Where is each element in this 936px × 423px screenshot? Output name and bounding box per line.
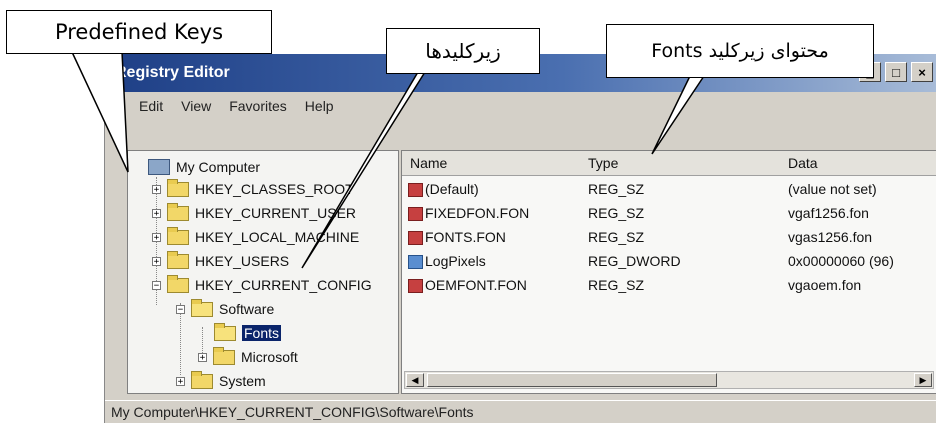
menu-favorites[interactable]: Favorites	[229, 98, 287, 114]
open-folder-icon	[214, 322, 236, 341]
value-name: (Default)	[425, 181, 479, 197]
string-value-icon	[408, 207, 423, 222]
table-row[interactable]: (Default) REG_SZ (value not set)	[402, 179, 936, 203]
expand-icon[interactable]: +	[152, 256, 161, 266]
tree-node-label: HKEY_CURRENT_CONFIG	[195, 277, 372, 293]
scroll-right-icon[interactable]: ▶	[914, 373, 932, 387]
close-button[interactable]: ×	[911, 62, 933, 82]
callout-predefined-keys: Predefined Keys	[6, 10, 272, 54]
collapse-icon[interactable]: −	[152, 280, 161, 290]
tree-node-label: HKEY_CLASSES_ROOT	[195, 181, 354, 197]
value-type: REG_SZ	[588, 205, 645, 221]
callout-subkeys: زیرکلیدها	[386, 28, 540, 74]
values-list-pane[interactable]: Name Type Data (Default) REG_SZ (value n…	[401, 150, 936, 394]
value-name: FONTS.FON	[425, 229, 506, 245]
list-header: Name Type Data	[402, 151, 936, 176]
tree-node-label-selected: Fonts	[242, 325, 282, 341]
value-name: OEMFONT.FON	[425, 277, 527, 293]
column-header-name[interactable]: Name	[410, 155, 447, 171]
tree-node-hkey-current-user[interactable]: + HKEY_CURRENT_USER	[152, 202, 357, 221]
string-value-icon	[408, 183, 423, 198]
value-data: 0x00000060 (96)	[788, 253, 894, 269]
menu-edit[interactable]: Edit	[139, 98, 163, 114]
expand-icon[interactable]: +	[198, 352, 207, 362]
tree-node-hkey-current-config[interactable]: − HKEY_CURRENT_CONFIG	[152, 274, 372, 293]
scroll-thumb[interactable]	[427, 373, 717, 387]
binary-value-icon	[408, 255, 423, 270]
value-data: (value not set)	[788, 181, 877, 197]
menu-view[interactable]: View	[181, 98, 211, 114]
value-data: vgaf1256.fon	[788, 205, 869, 221]
menu-help[interactable]: Help	[305, 98, 334, 114]
collapse-icon[interactable]: −	[176, 304, 185, 314]
tree-node-software[interactable]: − Software	[176, 298, 275, 317]
value-name: FIXEDFON.FON	[425, 205, 530, 221]
tree-node-hkey-classes-root[interactable]: + HKEY_CLASSES_ROOT	[152, 178, 354, 197]
computer-icon	[148, 159, 170, 175]
table-row[interactable]: FONTS.FON REG_SZ vgas1256.fon	[402, 227, 936, 251]
tree-node-label: Microsoft	[241, 349, 298, 365]
tree-root[interactable]: My Computer	[148, 159, 260, 175]
folder-icon	[213, 346, 235, 365]
tree-node-microsoft[interactable]: + Microsoft	[198, 346, 298, 365]
folder-icon	[167, 250, 189, 269]
tree-node-label: HKEY_USERS	[195, 253, 290, 269]
tree-node-system[interactable]: + System	[176, 370, 266, 389]
tree-node-label: HKEY_CURRENT_USER	[195, 205, 357, 221]
tree-node-hkey-users[interactable]: + HKEY_USERS	[152, 250, 290, 269]
tree-node-label: HKEY_LOCAL_MACHINE	[195, 229, 360, 245]
key-tree-pane[interactable]: My Computer + HKEY_CLASSES_ROOT + HKEY_C…	[127, 150, 399, 394]
table-row[interactable]: OEMFONT.FON REG_SZ vgaoem.fon	[402, 275, 936, 299]
tree-node-label: Software	[219, 301, 275, 317]
folder-icon	[167, 226, 189, 245]
menu-bar: Edit View Favorites Help	[105, 92, 936, 120]
table-row[interactable]: LogPixels REG_DWORD 0x00000060 (96)	[402, 251, 936, 275]
scroll-left-icon[interactable]: ◀	[406, 373, 424, 387]
expand-icon[interactable]: +	[152, 232, 161, 242]
maximize-button[interactable]: □	[885, 62, 907, 82]
expand-icon[interactable]: +	[152, 184, 161, 194]
string-value-icon	[408, 231, 423, 246]
value-type: REG_SZ	[588, 181, 645, 197]
value-data: vgas1256.fon	[788, 229, 873, 245]
expand-icon[interactable]: +	[176, 376, 185, 386]
folder-icon	[167, 178, 189, 197]
table-row[interactable]: FIXEDFON.FON REG_SZ vgaf1256.fon	[402, 203, 936, 227]
open-folder-icon	[191, 298, 213, 317]
tree-node-label: System	[219, 373, 266, 389]
folder-icon	[191, 370, 213, 389]
value-type: REG_SZ	[588, 277, 645, 293]
tree-node-fonts[interactable]: Fonts	[214, 322, 282, 341]
value-type: REG_DWORD	[588, 253, 681, 269]
expand-icon[interactable]: +	[152, 208, 161, 218]
status-bar: My Computer\HKEY_CURRENT_CONFIG\Software…	[105, 400, 936, 423]
string-value-icon	[408, 279, 423, 294]
column-header-type[interactable]: Type	[588, 155, 618, 171]
value-name: LogPixels	[425, 253, 486, 269]
value-type: REG_SZ	[588, 229, 645, 245]
window-title: Registry Editor	[115, 64, 230, 81]
horizontal-scrollbar[interactable]: ◀ ▶	[404, 371, 934, 389]
value-data: vgaoem.fon	[788, 277, 862, 293]
tree-root-label: My Computer	[176, 159, 261, 175]
folder-icon	[167, 202, 189, 221]
callout-fonts-content: محتوای زیرکلید Fonts	[606, 24, 874, 78]
column-header-data[interactable]: Data	[788, 155, 818, 171]
registry-editor-window: Registry Editor _ □ × Edit View Favorite…	[104, 54, 936, 423]
tree-node-hkey-local-machine[interactable]: + HKEY_LOCAL_MACHINE	[152, 226, 360, 245]
folder-icon	[167, 274, 189, 293]
